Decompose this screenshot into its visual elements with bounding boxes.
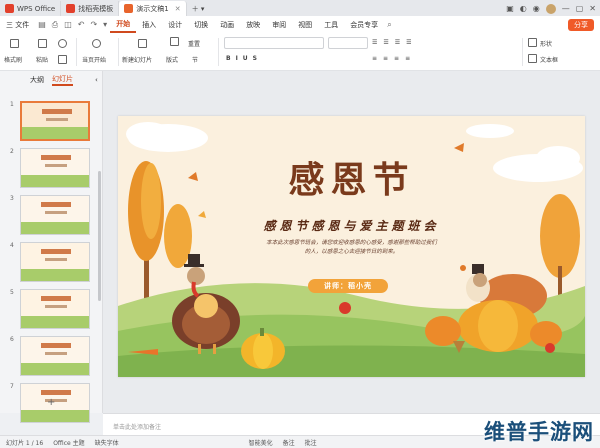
slide-thumbnail[interactable] [20,242,90,282]
slide-canvas: 感恩节 感恩节感恩与爱主题班会 本本此次感恩节班会，请您欢迎收感恩的心感受，感谢… [103,71,600,413]
skin-icon[interactable]: ◐ [520,4,527,13]
search-icon[interactable]: ⌕ [384,20,394,30]
redo-icon[interactable]: ↷ [87,20,100,29]
menu-design[interactable]: 设计 [162,20,188,30]
slide-number: 4 [10,242,14,249]
slide-thumbnail[interactable] [20,289,90,329]
undo-icon[interactable]: ↶ [75,20,88,29]
menu-home[interactable]: 开始 [110,16,137,33]
slide-thumbnail[interactable] [20,101,90,141]
slide-number: 3 [10,195,14,202]
watermark: 维普手游网 [484,420,594,444]
cut-icon[interactable] [58,39,67,48]
slide-1[interactable]: 感恩节 感恩节感恩与爱主题班会 本本此次感恩节班会，请您欢迎收感恩的心感受，感谢… [118,116,585,377]
slide-title[interactable]: 感恩节 [118,151,585,203]
window-controls: ▣ ◐ ◉ — ▢ ✕ [506,1,600,16]
more-icon[interactable]: ▾ [100,20,110,29]
new-slide-label[interactable]: 新建幻灯片 [122,55,152,64]
print-icon[interactable]: ⎙ [49,20,61,30]
play-icon[interactable] [92,39,101,48]
menu-slideshow[interactable]: 放映 [240,20,266,30]
format-painter-label[interactable]: 格式刷 [4,55,22,64]
missing-font[interactable]: 缺失字体 [95,438,119,447]
notes-toggle[interactable]: 备注 [283,438,295,447]
font-name-select[interactable] [224,37,324,49]
layout-icon[interactable] [170,37,179,46]
tab-presentation[interactable]: 演示文稿1 ✕ [119,1,187,16]
title-bar: WPS Office 找稻壳模板 演示文稿1 ✕ ＋ ▾ ▣ ◐ ◉ — ▢ ✕ [0,0,600,16]
menu-transition[interactable]: 切换 [188,20,214,30]
new-tab-button[interactable]: ＋ ▾ [187,1,210,16]
format-painter-icon[interactable] [10,39,19,48]
minimize-icon[interactable]: — [562,4,570,13]
layout-label[interactable]: 版式 [166,55,178,64]
shape-label[interactable]: 形状 [540,39,552,48]
reset-label[interactable]: 重置 [188,39,200,48]
textbox-label[interactable]: 文本框 [540,55,558,64]
tab-wps-office[interactable]: WPS Office [0,1,62,16]
collapse-panel-icon[interactable]: ‹ [95,76,98,84]
slide-body-line-1[interactable]: 本本此次感恩节班会，请您欢迎收感恩的心感受，感谢那些帮助过我们 [118,238,585,246]
play-from-current-label[interactable]: 当页开始 [82,55,106,64]
paste-label[interactable]: 粘贴 [36,55,48,64]
slide-number: 2 [10,148,14,155]
comments-toggle[interactable]: 批注 [305,438,317,447]
section-label[interactable]: 节 [192,55,198,64]
slide-count: 幻灯片 1 / 16 [6,439,44,447]
close-tab-icon[interactable]: ✕ [175,5,181,13]
presentation-icon [124,4,134,13]
slide-subtitle[interactable]: 感恩节感恩与爱主题班会 [118,217,585,234]
layout-icon[interactable]: ▣ [506,4,514,13]
teacher-badge[interactable]: 讲师：稻小壳 [308,279,388,293]
copy-icon[interactable] [58,55,67,64]
text-format-icons[interactable]: BIUS [226,55,262,62]
menu-review[interactable]: 审阅 [266,20,292,30]
add-slide-button[interactable]: + [47,397,55,408]
slide-number: 1 [10,101,14,108]
apple-icon [339,302,351,314]
slide-thumbnail[interactable] [20,148,90,188]
menu-bar: 三 文件 ▤ ⎙ ◫ ↶ ↷ ▾ 开始 插入 设计 切换 动画 放映 审阅 视图… [0,16,600,33]
preview-icon[interactable]: ◫ [61,20,75,29]
menu-tools[interactable]: 工具 [318,20,344,30]
menu-animation[interactable]: 动画 [214,20,240,30]
slide-body-line-2[interactable]: 的人，以感恩之心去迎接节日的到来。 [118,247,585,255]
theme-name: Office 主题 [53,439,85,447]
paste-icon[interactable] [38,39,47,48]
notification-icon[interactable]: ◉ [533,4,540,13]
font-size-select[interactable] [328,37,368,49]
tab-label: WPS Office [17,4,56,13]
shape-icon[interactable] [528,38,537,47]
tab-label: 演示文稿1 [136,4,169,13]
slide-thumbnail[interactable] [20,336,90,376]
new-slide-icon[interactable] [138,39,147,48]
tab-template[interactable]: 找稻壳模板 [61,1,120,16]
wps-logo-icon [5,4,14,13]
file-menu[interactable]: 三 文件 [0,20,35,30]
close-window-icon[interactable]: ✕ [589,4,596,13]
slide-thumbnail-panel: 大纲 幻灯片 ‹ 1 2 3 4 5 6 7 + [0,71,103,423]
menu-insert[interactable]: 插入 [136,20,162,30]
beautify-button[interactable]: 智能美化 [249,438,273,447]
tab-label: 找稻壳模板 [78,4,114,13]
slides-tab[interactable]: 幻灯片 [52,74,73,86]
maximize-icon[interactable]: ▢ [576,4,584,13]
paragraph-icons[interactable]: ☰☰☰☰ [372,39,418,46]
menu-member[interactable]: 会员专享 [344,20,384,30]
slide-thumbnail[interactable] [20,195,90,235]
outline-tab[interactable]: 大纲 [30,75,44,85]
align-icons[interactable]: ≡≡≡≡ [372,55,416,62]
scrollbar[interactable] [98,171,101,301]
slide-number: 7 [10,383,14,390]
menu-view[interactable]: 视图 [292,20,318,30]
ribbon-toolbar: 格式刷 粘贴 当页开始 新建幻灯片 版式 重置 节 BIUS ☰☰☰☰ ≡≡≡≡… [0,33,600,71]
slide-number: 5 [10,289,14,296]
save-icon[interactable]: ▤ [35,20,49,29]
avatar[interactable] [545,3,556,14]
docer-logo-icon [66,4,76,13]
textbox-icon[interactable] [528,54,537,63]
slide-number: 6 [10,336,14,343]
share-button[interactable]: 分享 [568,18,594,31]
